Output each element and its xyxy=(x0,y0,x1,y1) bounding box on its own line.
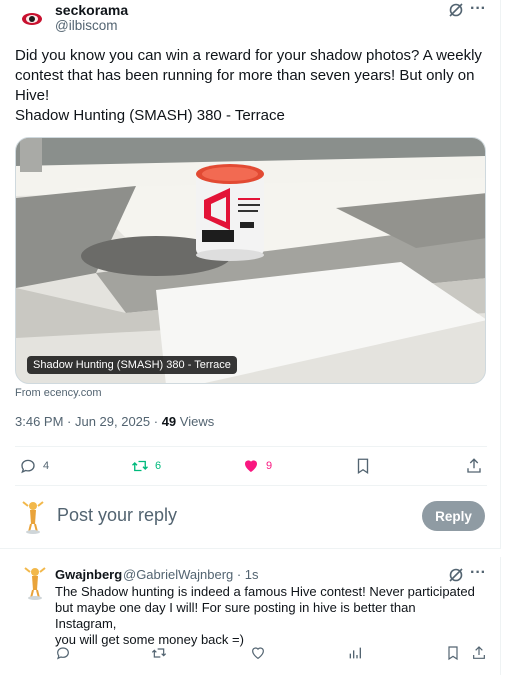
reply-text-line: you will get some money back =) xyxy=(55,632,244,647)
eye-logo-iris xyxy=(29,16,35,22)
repost-icon xyxy=(132,460,148,472)
reply-count: 4 xyxy=(43,460,50,472)
like-count: 9 xyxy=(266,460,273,472)
views-label: Views xyxy=(176,414,215,429)
reply-text-line: but maybe one day I will! For sure posti… xyxy=(55,600,416,631)
tweet-text: Did you know you can win a reward for yo… xyxy=(15,46,485,126)
divider xyxy=(15,485,487,486)
share-action[interactable] xyxy=(465,457,483,475)
heart-icon[interactable] xyxy=(250,645,266,661)
reply-action[interactable]: 4 xyxy=(19,457,49,475)
heart-icon xyxy=(245,460,257,472)
more-icon[interactable]: ··· xyxy=(470,0,486,18)
tweet-text-line: Did you know you can win a reward for yo… xyxy=(15,47,482,64)
reply-icon[interactable] xyxy=(55,645,71,661)
user-handle[interactable]: @ilbiscom xyxy=(55,18,117,33)
reply-button[interactable]: Reply xyxy=(422,501,485,531)
reply-input[interactable]: Post your reply xyxy=(57,505,177,526)
share-icon[interactable] xyxy=(471,645,487,661)
reply-handle[interactable]: @GabrielWajnberg · 1s xyxy=(123,567,259,582)
grok-icon[interactable] xyxy=(448,567,464,583)
analytics-icon[interactable] xyxy=(347,645,363,661)
reply-display-name[interactable]: Gwajnberg xyxy=(55,567,122,582)
grok-icon[interactable] xyxy=(448,2,464,18)
tweet-media-photo[interactable]: Shadow Hunting (SMASH) 380 - Terrace xyxy=(15,137,486,384)
reply-text-line: The Shadow hunting is indeed a famous Hi… xyxy=(55,584,475,599)
bookmark-action[interactable] xyxy=(354,457,372,475)
repost-action[interactable]: 6 xyxy=(131,457,161,475)
like-action[interactable]: 9 xyxy=(242,457,272,475)
timestamp[interactable]: 3:46 PM · Jun 29, 2025 · xyxy=(15,414,162,429)
reply-author-avatar[interactable] xyxy=(21,566,49,600)
share-icon xyxy=(467,458,481,473)
more-icon[interactable]: ··· xyxy=(470,564,486,582)
bookmark-icon[interactable] xyxy=(445,645,461,661)
repost-count: 6 xyxy=(155,460,162,472)
avatar[interactable] xyxy=(15,3,47,35)
section-divider xyxy=(0,548,501,557)
bookmark-icon xyxy=(357,458,369,475)
divider xyxy=(15,446,487,447)
tweet-text-line: Hive! xyxy=(15,87,50,104)
user-avatar[interactable] xyxy=(19,500,47,534)
media-caption: Shadow Hunting (SMASH) 380 - Terrace xyxy=(27,356,237,374)
source-link[interactable]: From ecency.com xyxy=(15,387,102,399)
views-count: 49 xyxy=(161,414,177,429)
display-name[interactable]: seckorama xyxy=(55,2,128,18)
reply-icon xyxy=(21,459,35,474)
tweet-text-line: contest that has been running for more t… xyxy=(15,67,475,84)
repost-icon[interactable] xyxy=(151,645,167,661)
tweet-text-line: Shadow Hunting (SMASH) 380 - Terrace xyxy=(15,107,285,124)
tweet-detail: seckorama @ilbiscom ··· Did you know you… xyxy=(0,0,501,675)
reply-text: The Shadow hunting is indeed a famous Hi… xyxy=(55,584,480,648)
photo-shadow-mug xyxy=(16,138,485,383)
tweet-meta: 3:46 PM · Jun 29, 2025 · 49 Views xyxy=(15,414,214,429)
